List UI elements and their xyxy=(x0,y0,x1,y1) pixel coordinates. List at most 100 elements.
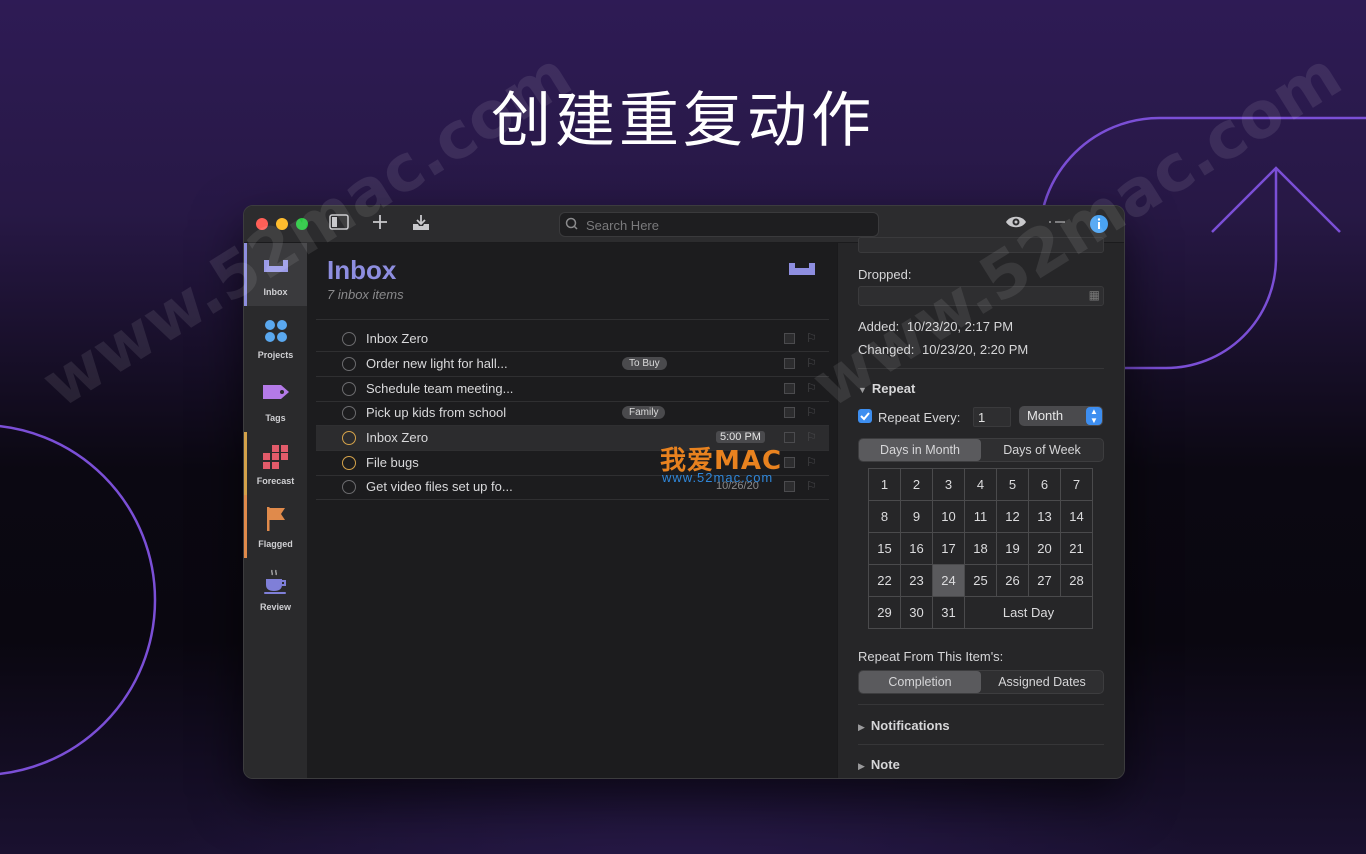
page-title: Inbox xyxy=(327,255,397,285)
task-checkbox[interactable] xyxy=(342,480,356,494)
repeat-from-assigned-dates[interactable]: Assigned Dates xyxy=(981,671,1103,693)
flag-icon[interactable]: ⚐ xyxy=(806,479,817,493)
tag-badge[interactable]: To Buy xyxy=(622,357,667,370)
note-section-header[interactable]: ▶ Note xyxy=(858,757,900,772)
task-title[interactable]: Inbox Zero xyxy=(366,331,428,346)
tag-icon xyxy=(263,385,289,399)
day-cell[interactable]: 4 xyxy=(964,468,997,501)
day-cell[interactable]: 26 xyxy=(996,564,1029,597)
day-cell[interactable]: 2 xyxy=(900,468,933,501)
task-title[interactable]: Order new light for hall... xyxy=(366,356,508,371)
sidebar-item-review[interactable]: Review xyxy=(244,558,307,621)
day-cell[interactable]: 19 xyxy=(996,532,1029,565)
sidebar-item-forecast[interactable]: Forecast xyxy=(244,432,307,495)
day-cell[interactable]: 29 xyxy=(868,596,901,629)
repeat-interval-input[interactable]: 1 xyxy=(973,407,1011,427)
sidebar-item-projects[interactable]: Projects xyxy=(244,306,307,369)
disclosure-closed-icon[interactable]: ▶ xyxy=(858,722,865,732)
task-note-indicator xyxy=(784,407,795,418)
divider xyxy=(858,744,1104,745)
task-checkbox[interactable] xyxy=(342,382,356,396)
task-title[interactable]: Pick up kids from school xyxy=(366,405,506,420)
task-row[interactable]: Pick up kids from school Family ⚐ xyxy=(316,401,829,426)
sidebar-item-flagged[interactable]: Flagged xyxy=(244,495,307,558)
repeat-unit-select[interactable]: Month ▲ ▼ xyxy=(1019,406,1103,426)
flag-icon[interactable]: ⚐ xyxy=(806,455,817,469)
day-cell[interactable]: 18 xyxy=(964,532,997,565)
projects-dots-icon xyxy=(265,320,287,342)
day-cell[interactable]: 20 xyxy=(1028,532,1061,565)
dropped-label: Dropped: xyxy=(858,267,912,282)
repeat-from-segmented: Completion Assigned Dates xyxy=(858,670,1104,694)
day-cell[interactable]: 6 xyxy=(1028,468,1061,501)
sidebar-item-label: Forecast xyxy=(256,476,295,486)
task-checkbox[interactable] xyxy=(342,456,356,470)
task-row[interactable]: Schedule team meeting... ⚐ xyxy=(316,377,829,402)
task-title[interactable]: File bugs xyxy=(366,455,419,470)
task-row[interactable]: Inbox Zero ⚐ xyxy=(316,327,829,352)
search-field[interactable] xyxy=(559,212,879,237)
task-note-indicator xyxy=(784,481,795,492)
task-row[interactable]: Order new light for hall... To Buy ⚐ xyxy=(316,352,829,377)
task-title[interactable]: Get video files set up fo... xyxy=(366,479,513,494)
day-cell[interactable]: 15 xyxy=(868,532,901,565)
day-cell[interactable]: 30 xyxy=(900,596,933,629)
repeat-from-completion[interactable]: Completion xyxy=(859,671,981,693)
divider xyxy=(316,319,829,320)
day-cell[interactable]: 11 xyxy=(964,500,997,533)
sidebar-item-label: Flagged xyxy=(258,539,293,549)
sidebar: Inbox Projects Tags Forecast Flagged Rev… xyxy=(244,243,308,778)
watermark-url: www.52mac.com xyxy=(662,470,774,485)
disclosure-closed-icon[interactable]: ▶ xyxy=(858,761,865,771)
repeat-checkbox[interactable] xyxy=(858,409,872,423)
search-input[interactable] xyxy=(584,215,868,235)
day-cell[interactable]: 23 xyxy=(900,564,933,597)
task-title[interactable]: Inbox Zero xyxy=(366,430,428,445)
tab-days-of-week[interactable]: Days of Week xyxy=(981,439,1103,461)
day-cell[interactable]: 22 xyxy=(868,564,901,597)
day-cell[interactable]: 14 xyxy=(1060,500,1093,533)
notifications-section-header[interactable]: ▶ Notifications xyxy=(858,718,950,733)
last-day-cell[interactable]: Last Day xyxy=(964,596,1093,629)
task-note-indicator xyxy=(784,457,795,468)
inbox-download-icon[interactable] xyxy=(409,214,433,234)
day-cell[interactable]: 9 xyxy=(900,500,933,533)
task-note-indicator xyxy=(784,383,795,394)
day-cell[interactable]: 16 xyxy=(900,532,933,565)
day-cell[interactable]: 12 xyxy=(996,500,1029,533)
flag-icon[interactable]: ⚐ xyxy=(806,405,817,419)
tag-badge[interactable]: Family xyxy=(622,406,666,419)
day-cell[interactable]: 17 xyxy=(932,532,965,565)
day-cell[interactable]: 3 xyxy=(932,468,965,501)
task-checkbox[interactable] xyxy=(342,357,356,371)
coffee-cup-icon xyxy=(264,569,286,594)
task-checkbox[interactable] xyxy=(342,406,356,420)
day-cell[interactable]: 8 xyxy=(868,500,901,533)
day-cell[interactable]: 21 xyxy=(1060,532,1093,565)
task-checkbox[interactable] xyxy=(342,431,356,445)
day-cell[interactable]: 25 xyxy=(964,564,997,597)
day-cell[interactable]: 10 xyxy=(932,500,965,533)
stepper-chevrons-icon[interactable]: ▲ ▼ xyxy=(1086,407,1102,425)
sidebar-item-label: Tags xyxy=(265,413,286,423)
day-cell[interactable]: 7 xyxy=(1060,468,1093,501)
day-cell[interactable]: 1 xyxy=(868,468,901,501)
task-note-indicator xyxy=(784,333,795,344)
day-cell-selected[interactable]: 24 xyxy=(932,564,965,597)
flag-icon[interactable]: ⚐ xyxy=(806,331,817,345)
task-title[interactable]: Schedule team meeting... xyxy=(366,381,513,396)
day-cell[interactable]: 31 xyxy=(932,596,965,629)
day-cell[interactable]: 5 xyxy=(996,468,1029,501)
day-cell[interactable]: 28 xyxy=(1060,564,1093,597)
day-cell[interactable]: 27 xyxy=(1028,564,1061,597)
sidebar-item-tags[interactable]: Tags xyxy=(244,369,307,432)
task-note-indicator xyxy=(784,358,795,369)
day-cell[interactable]: 13 xyxy=(1028,500,1061,533)
tab-days-in-month[interactable]: Days in Month xyxy=(859,439,981,461)
calendar-icon[interactable]: ▦ xyxy=(1089,288,1100,302)
repeat-from-label: Repeat From This Item's: xyxy=(858,649,1004,664)
task-note-indicator xyxy=(784,432,795,443)
task-checkbox[interactable] xyxy=(342,332,356,346)
repeat-mode-segmented: Days in Month Days of Week xyxy=(858,438,1104,462)
flag-icon[interactable]: ⚐ xyxy=(806,430,817,444)
